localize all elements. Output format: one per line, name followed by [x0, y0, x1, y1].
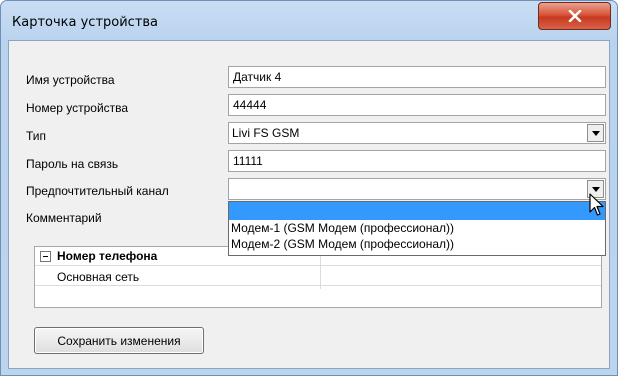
- grid-row[interactable]: Основная сеть: [35, 267, 601, 286]
- type-select[interactable]: Livi FS GSM: [228, 122, 606, 144]
- dropdown-option[interactable]: [229, 202, 605, 220]
- window-title: Карточка устройства: [12, 15, 159, 30]
- type-dropdown-button[interactable]: [587, 124, 604, 142]
- device-name-input[interactable]: Датчик 4: [228, 66, 606, 88]
- device-card-window: Карточка устройства Имя устройства Номер…: [0, 0, 618, 376]
- save-changes-button[interactable]: Сохранить изменения: [34, 327, 204, 354]
- device-name-label: Имя устройства: [26, 73, 115, 87]
- type-label: Тип: [26, 129, 47, 143]
- password-input[interactable]: 11111: [228, 150, 606, 172]
- comment-label: Комментарий: [26, 211, 102, 225]
- device-number-input[interactable]: 44444: [228, 94, 606, 116]
- grid-group-title: Номер телефона: [57, 249, 158, 263]
- close-button[interactable]: [538, 2, 611, 30]
- preferred-channel-select[interactable]: [228, 178, 606, 200]
- mouse-cursor-icon: [589, 193, 604, 216]
- password-label: Пароль на связь: [26, 157, 119, 171]
- main-network-label: Основная сеть: [57, 270, 140, 284]
- dropdown-option[interactable]: Модем-1 (GSM Модем (профессионал)): [229, 220, 605, 236]
- dropdown-option[interactable]: Модем-2 (GSM Модем (профессионал)): [229, 236, 605, 252]
- preferred-channel-options: Модем-1 (GSM Модем (профессионал)) Модем…: [228, 201, 606, 256]
- chevron-down-icon: [591, 130, 600, 136]
- type-select-value: Livi FS GSM: [232, 126, 300, 140]
- device-number-label: Номер устройства: [26, 101, 129, 115]
- preferred-channel-label: Предпочтительный канал: [26, 184, 169, 198]
- chevron-down-icon: [591, 186, 600, 192]
- close-x-icon: [568, 10, 581, 22]
- collapse-icon[interactable]: [40, 251, 51, 262]
